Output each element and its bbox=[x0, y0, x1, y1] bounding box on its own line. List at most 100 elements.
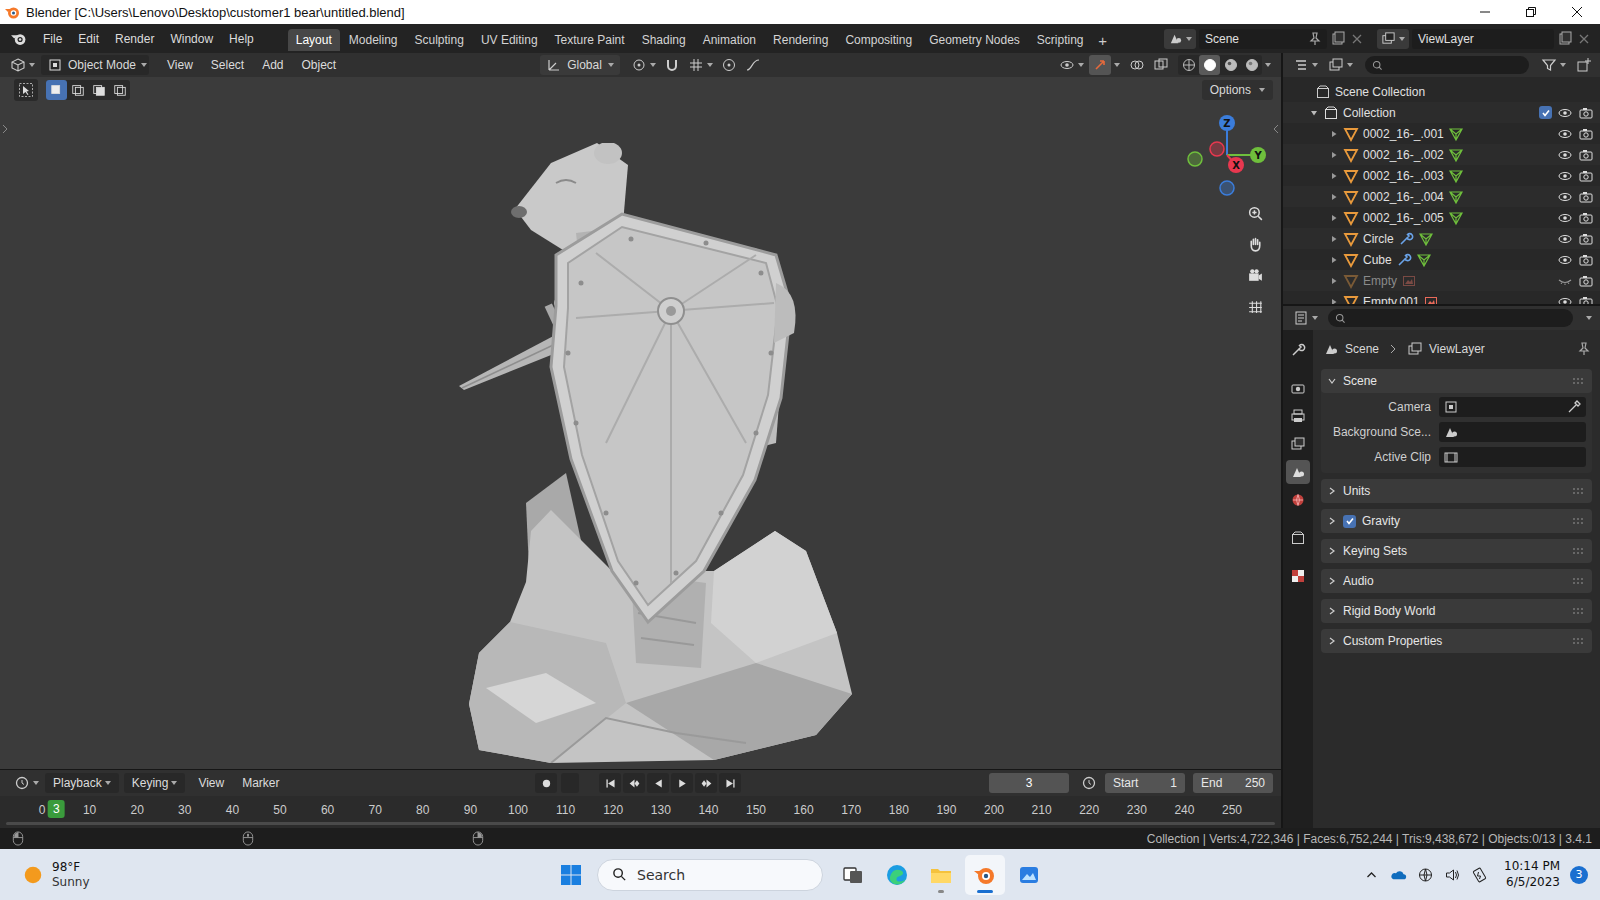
overlays-toggle[interactable] bbox=[1126, 55, 1148, 75]
breadcrumb-item[interactable]: Scene bbox=[1345, 342, 1379, 356]
visibility-button[interactable] bbox=[1056, 55, 1087, 75]
expand-arrow-icon[interactable] bbox=[1329, 255, 1339, 265]
axis-handle[interactable]: Y bbox=[1250, 147, 1266, 163]
mesh-data-icon[interactable] bbox=[1418, 231, 1434, 247]
properties-tab[interactable] bbox=[1286, 404, 1310, 428]
language-globe-icon[interactable] bbox=[1417, 867, 1434, 883]
workspace-tab[interactable]: Modeling bbox=[341, 29, 406, 51]
notification-badge[interactable]: 3 bbox=[1570, 866, 1588, 884]
workspace-tab[interactable]: Scripting bbox=[1029, 29, 1092, 51]
3d-viewport[interactable]: Object ModeViewSelectAddObjectGlobalOpti… bbox=[0, 53, 1281, 769]
gizmo-toggle[interactable] bbox=[1089, 55, 1111, 75]
selection-mode-button[interactable] bbox=[46, 80, 67, 100]
outliner-search[interactable] bbox=[1365, 56, 1529, 74]
expand-arrow-icon[interactable] bbox=[1329, 150, 1339, 160]
timeline-menu-item[interactable]: Marker bbox=[234, 773, 287, 793]
taskbar-app[interactable] bbox=[877, 855, 917, 895]
xray-toggle[interactable] bbox=[1150, 55, 1172, 75]
eye-open-icon[interactable] bbox=[1557, 189, 1573, 205]
property-field[interactable] bbox=[1439, 447, 1586, 467]
eye-open-icon[interactable] bbox=[1557, 168, 1573, 184]
property-field[interactable] bbox=[1439, 397, 1586, 417]
select-box-tool[interactable] bbox=[14, 79, 38, 101]
volume-icon[interactable] bbox=[1444, 867, 1461, 883]
eye-open-icon[interactable] bbox=[1557, 210, 1573, 226]
close-button[interactable] bbox=[1554, 0, 1600, 24]
display-mode-button[interactable] bbox=[1324, 55, 1357, 75]
mesh-data-icon[interactable] bbox=[1448, 168, 1464, 184]
render-camera-icon[interactable] bbox=[1578, 252, 1594, 268]
snap-target-button[interactable] bbox=[685, 55, 716, 75]
outliner-item[interactable]: 0002_16-_.004 bbox=[1283, 186, 1600, 207]
delete-scene-icon[interactable] bbox=[1349, 31, 1365, 47]
properties-editor-button[interactable] bbox=[1289, 308, 1322, 328]
viewport-canvas[interactable]: ZYX bbox=[0, 103, 1281, 769]
selection-mode-button[interactable] bbox=[67, 80, 88, 100]
menu-item[interactable]: Render bbox=[107, 29, 162, 49]
properties-tab[interactable] bbox=[1286, 432, 1310, 456]
camera-view-button[interactable] bbox=[1243, 263, 1267, 287]
preview-range-icon[interactable] bbox=[1081, 775, 1097, 791]
taskbar-app[interactable] bbox=[965, 855, 1005, 895]
add-workspace-button[interactable]: + bbox=[1093, 29, 1113, 51]
blender-menu-icon[interactable] bbox=[10, 30, 27, 47]
timeline-scrollbar[interactable] bbox=[6, 822, 1275, 825]
taskbar-app[interactable] bbox=[921, 855, 961, 895]
expand-arrow-icon[interactable] bbox=[1329, 129, 1339, 139]
workspace-tab[interactable]: Rendering bbox=[765, 29, 836, 51]
outliner-item[interactable]: 0002_16-_.003 bbox=[1283, 165, 1600, 186]
expand-arrow-icon[interactable] bbox=[1309, 108, 1319, 118]
new-scene-icon[interactable] bbox=[1330, 31, 1346, 47]
image-data-icon[interactable] bbox=[1423, 294, 1439, 305]
selection-mode-button[interactable] bbox=[109, 80, 130, 100]
delete-view-layer-icon[interactable] bbox=[1576, 31, 1592, 47]
properties-tab[interactable] bbox=[1286, 488, 1310, 512]
filter-button[interactable] bbox=[1537, 55, 1570, 75]
modifier-wrench-icon[interactable] bbox=[1396, 252, 1412, 268]
collapsed-panel[interactable]: Keying Sets bbox=[1321, 539, 1592, 563]
show-hidden-icons-icon[interactable] bbox=[1363, 867, 1380, 883]
toolbar-expand-icon[interactable] bbox=[1, 123, 9, 135]
negative-axis-handle[interactable] bbox=[1188, 152, 1202, 166]
scene-collection-row[interactable]: Scene Collection bbox=[1283, 81, 1600, 102]
scene-browse-button[interactable] bbox=[1164, 29, 1196, 49]
menu-item[interactable]: Edit bbox=[70, 29, 107, 49]
viewport-menu-item[interactable]: Add bbox=[254, 55, 291, 75]
image-data-icon[interactable] bbox=[1401, 273, 1417, 289]
taskbar-app[interactable] bbox=[833, 855, 873, 895]
jump-end-button[interactable] bbox=[719, 773, 741, 793]
menu-item[interactable]: Help bbox=[221, 29, 262, 49]
mesh-data-icon[interactable] bbox=[1448, 147, 1464, 163]
menu-item[interactable]: Window bbox=[162, 29, 221, 49]
scene-field[interactable]: Scene bbox=[1199, 29, 1327, 49]
zoom-button[interactable] bbox=[1243, 201, 1267, 225]
minimize-button[interactable] bbox=[1462, 0, 1508, 24]
taskbar-search[interactable]: Search bbox=[597, 859, 823, 891]
weather-widget[interactable]: 98°FSunny bbox=[0, 860, 551, 890]
selection-mode-button[interactable] bbox=[88, 80, 109, 100]
render-camera-icon[interactable] bbox=[1578, 210, 1594, 226]
mesh-data-icon[interactable] bbox=[1448, 189, 1464, 205]
eye-open-icon[interactable] bbox=[1557, 252, 1573, 268]
negative-axis-handle[interactable] bbox=[1220, 181, 1234, 195]
timeline-editor-button[interactable] bbox=[10, 773, 43, 793]
expand-arrow-icon[interactable] bbox=[1329, 297, 1339, 305]
property-field[interactable] bbox=[1439, 422, 1586, 442]
panel-checkbox[interactable] bbox=[1343, 515, 1356, 528]
bear-sculpture-model[interactable] bbox=[456, 143, 856, 763]
collapsed-panel[interactable]: Units bbox=[1321, 479, 1592, 503]
proportional-edit-toggle[interactable] bbox=[718, 55, 740, 75]
render-camera-icon[interactable] bbox=[1578, 294, 1594, 305]
render-camera-icon[interactable] bbox=[1578, 189, 1594, 205]
outliner-item[interactable]: 0002_16-_.005 bbox=[1283, 207, 1600, 228]
render-camera-icon[interactable] bbox=[1578, 273, 1594, 289]
expand-arrow-icon[interactable] bbox=[1329, 213, 1339, 223]
properties-tab[interactable] bbox=[1286, 564, 1310, 588]
navigation-gizmo[interactable]: ZYX bbox=[1182, 110, 1272, 200]
end-frame-field[interactable]: End250 bbox=[1193, 773, 1273, 793]
properties-tab[interactable] bbox=[1286, 460, 1310, 484]
axis-handle[interactable]: X bbox=[1228, 157, 1244, 173]
drag-handle-icon[interactable] bbox=[1572, 517, 1586, 525]
taskbar-app[interactable] bbox=[1009, 855, 1049, 895]
falloff-button[interactable] bbox=[742, 55, 764, 75]
